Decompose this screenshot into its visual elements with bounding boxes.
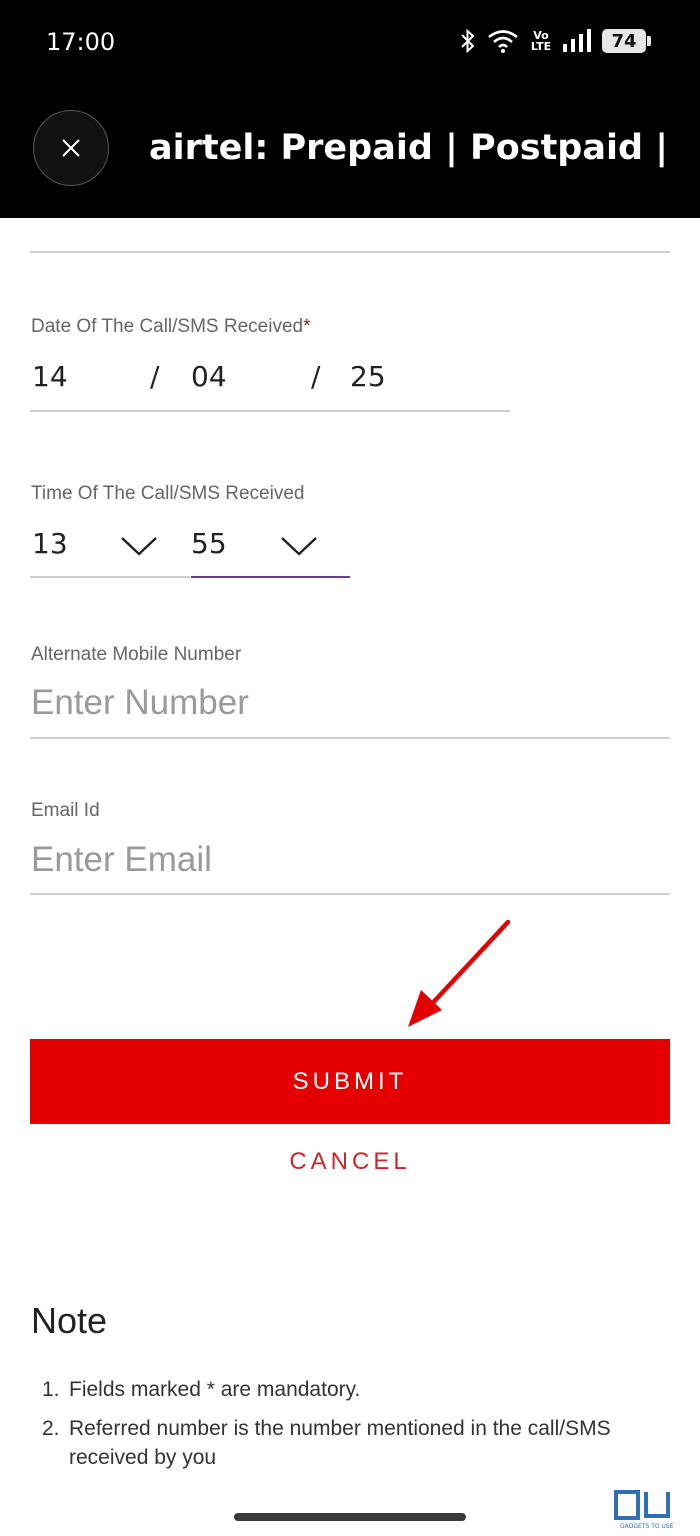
alt-mobile-label: Alternate Mobile Number [31,644,242,665]
cancel-button[interactable]: CANCEL [0,1148,700,1176]
required-mark: * [303,316,311,337]
date-underline [30,410,510,412]
email-label: Email Id [31,800,100,821]
watermark-logo-icon: GADGETS TO USE [614,1490,674,1530]
date-label-text: Date Of The Call/SMS Received [31,316,304,337]
time-minute-select[interactable]: 55 [191,527,227,560]
date-label: Date Of The Call/SMS Received* [31,316,311,338]
time-minute-underline [191,576,350,578]
note-title: Note [31,1300,108,1341]
time-hour-underline [30,576,190,578]
alt-mobile-input[interactable]: Enter Number [31,683,671,723]
date-separator: / [311,360,321,393]
list-item: 1. Fields marked * are mandatory. [42,1375,642,1404]
close-icon [62,139,80,157]
time-label: Time Of The Call/SMS Received [31,483,305,504]
time-hour-select[interactable]: 13 [32,527,68,560]
signal-icon [563,29,591,52]
date-year-input[interactable]: 25 [350,360,386,393]
date-day-input[interactable]: 14 [32,360,68,393]
submit-button[interactable]: SUBMIT [30,1039,670,1124]
bluetooth-icon [461,28,475,54]
close-button[interactable] [33,110,109,186]
battery-icon: 74 [602,29,651,53]
date-separator: / [150,360,160,393]
list-item-text: Fields marked * are mandatory. [69,1378,361,1401]
chevron-down-icon[interactable] [280,535,318,557]
list-item-text: Referred number is the number mentioned … [69,1417,611,1469]
chevron-down-icon[interactable] [120,535,158,557]
volte-indicator: Vo LTE [530,29,552,53]
date-month-input[interactable]: 04 [191,360,227,393]
list-item-number: 1. [42,1378,60,1401]
status-icons: Vo LTE 74 [460,28,651,54]
status-time: 17:00 [46,28,116,56]
watermark-caption: GADGETS TO USE [620,1523,674,1530]
previous-field-underline [30,251,670,253]
list-item: 2. Referred number is the number mention… [42,1414,642,1472]
page-title: airtel: Prepaid | Postpaid |... [149,128,669,168]
note-list: 1. Fields marked * are mandatory. 2. Ref… [42,1375,642,1482]
email-underline [30,893,670,895]
email-input[interactable]: Enter Email [31,840,671,880]
home-indicator[interactable] [234,1513,466,1521]
list-item-number: 2. [42,1417,60,1440]
top-bar: 17:00 Vo LTE 74 airtel: Prepaid | Postpa… [0,0,700,218]
alt-mobile-underline [30,737,670,739]
wifi-icon [488,30,518,53]
